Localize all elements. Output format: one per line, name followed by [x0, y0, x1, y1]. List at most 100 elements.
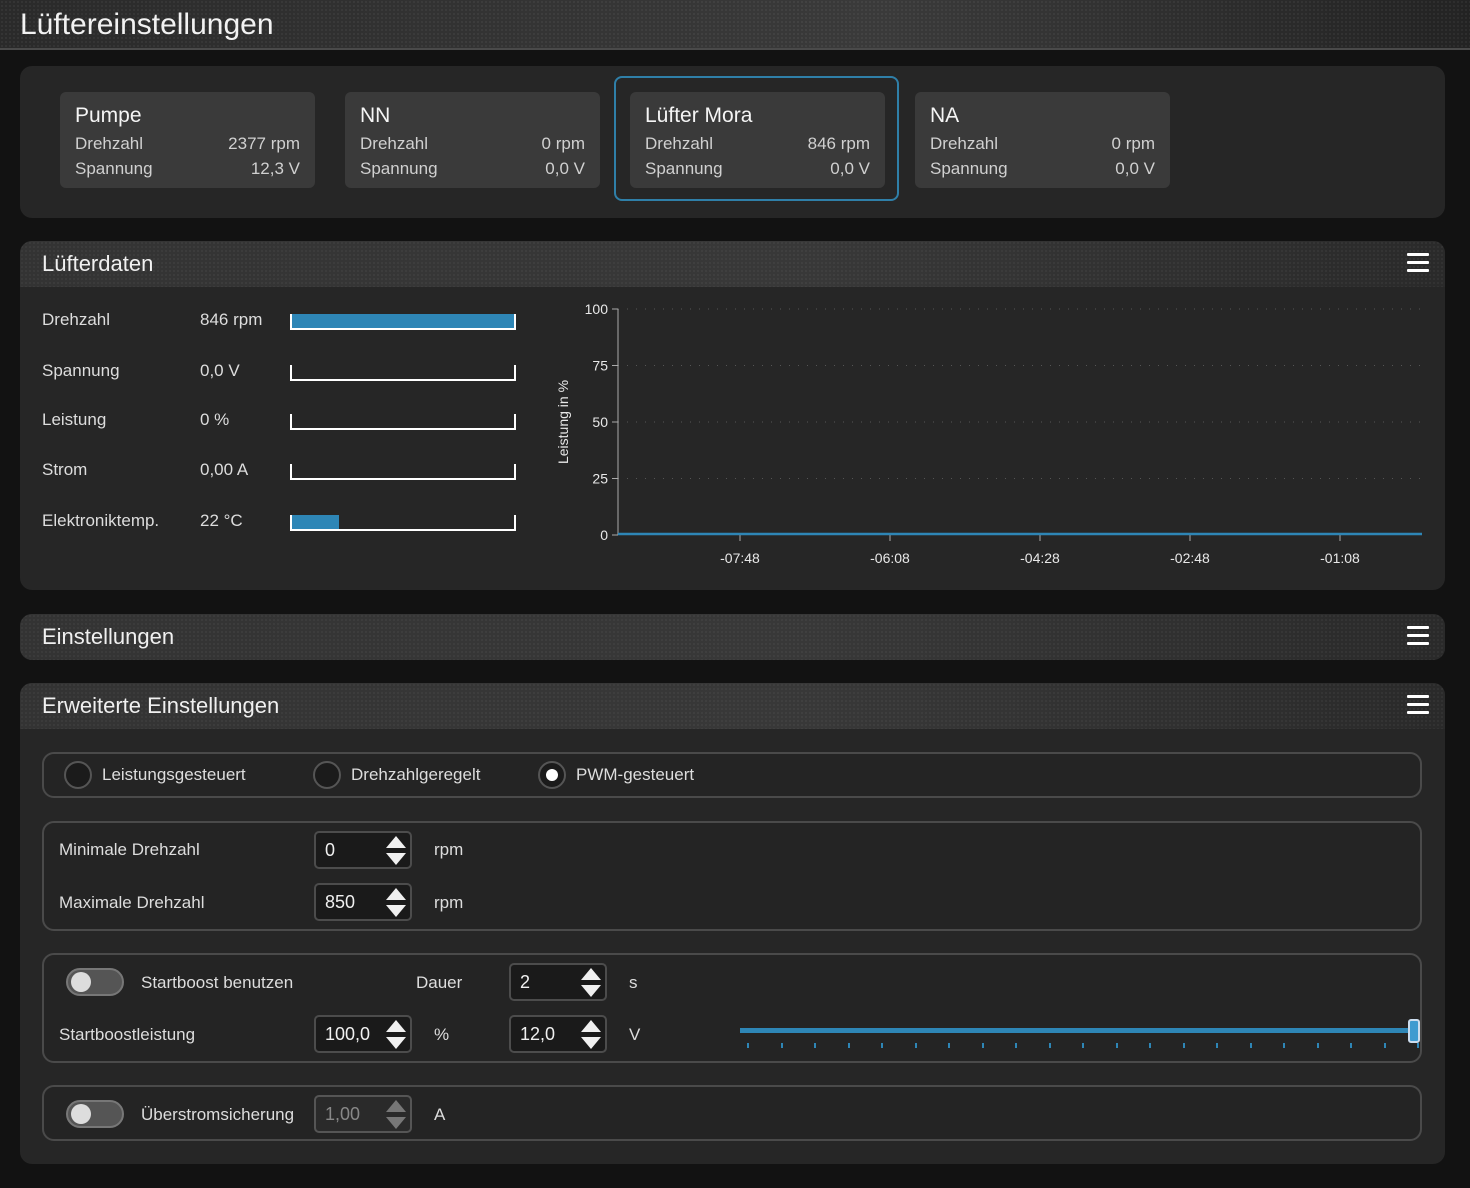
y-tick-label: 75	[592, 358, 608, 374]
device-card-pumpe[interactable]: Pumpe Drehzahl 2377 rpm Spannung 12,3 V	[60, 92, 315, 188]
fandata-menu-icon[interactable]	[1407, 253, 1429, 273]
settings-panel: Einstellungen	[20, 614, 1445, 660]
fandata-title: Lüfterdaten	[42, 251, 154, 276]
y-tick-label: 50	[592, 414, 608, 430]
radio-leistungsgesteuert[interactable]: Leistungsgesteuert	[64, 761, 246, 789]
device-rpm-value: 846 rpm	[807, 134, 870, 153]
device-rpm-value: 0 rpm	[1111, 134, 1155, 153]
overcurrent-group: Überstromsicherung 1,00 A	[42, 1085, 1422, 1141]
startboost-power-spinbox[interactable]: 100,0	[314, 1015, 412, 1053]
device-rpm-label: Drehzahl	[360, 134, 429, 153]
device-volt-label: Spannung	[930, 159, 1008, 178]
slider-tick	[780, 1043, 783, 1048]
max-rpm-unit: rpm	[434, 893, 464, 912]
arrow-down-icon[interactable]	[581, 1037, 601, 1049]
slider-tick	[1015, 1043, 1017, 1048]
data-row-drehzahl: Drehzahl 846 rpm	[42, 310, 522, 334]
max-rpm-value: 850	[325, 892, 356, 912]
min-rpm-spinbox[interactable]: 0	[314, 831, 412, 869]
fandata-header: Lüfterdaten	[20, 241, 1445, 287]
radio-pwm-gesteuert[interactable]: PWM-gesteuert	[538, 761, 694, 789]
duration-spinbox[interactable]: 2	[509, 963, 607, 1001]
slider-tick	[1383, 1043, 1386, 1048]
data-value: 22 °C	[200, 511, 243, 530]
spin-arrows[interactable]	[385, 835, 407, 865]
device-volt-value: 0,0 V	[1115, 159, 1155, 178]
slider-track[interactable]	[740, 1028, 1420, 1033]
y-axis-label: Leistung in %	[555, 380, 571, 464]
device-volt-label: Spannung	[75, 159, 153, 178]
device-rpm-label: Drehzahl	[645, 134, 714, 153]
slider-tick	[814, 1043, 816, 1048]
radio-label: Leistungsgesteuert	[102, 765, 246, 784]
mode-group: Leistungsgesteuert Drehzahlgeregelt PWM-…	[42, 752, 1422, 798]
settings-menu-icon[interactable]	[1407, 626, 1429, 646]
slider-tick	[847, 1043, 850, 1048]
slider-tick	[948, 1043, 950, 1048]
startboost-voltage-unit: V	[629, 1025, 641, 1044]
radio-circle	[538, 761, 566, 789]
startboost-toggle[interactable]	[66, 968, 124, 996]
device-rpm-label: Drehzahl	[75, 134, 144, 153]
data-row-leistung: Leistung 0 %	[42, 410, 522, 434]
slider-tick	[1249, 1043, 1252, 1048]
spin-arrows[interactable]	[385, 1019, 407, 1049]
device-panel: Pumpe Drehzahl 2377 rpm Spannung 12,3 V NN…	[20, 66, 1445, 218]
startboost-group: Startboost benutzen Dauer 2 s Startboost…	[42, 953, 1422, 1063]
startboost-slider[interactable]	[740, 1013, 1424, 1053]
arrow-down-icon[interactable]	[581, 985, 601, 997]
arrow-down-icon[interactable]	[386, 905, 406, 917]
y-tick-label: 100	[585, 301, 609, 317]
slider-tick	[1048, 1043, 1051, 1048]
arrow-up-icon[interactable]	[386, 888, 406, 900]
overcurrent-spinbox: 1,00	[314, 1095, 412, 1133]
device-name: NN	[360, 104, 391, 127]
advanced-panel: Erweiterte Einstellungen Leistungsgesteu…	[20, 683, 1445, 1164]
slider-tick	[1350, 1043, 1352, 1048]
device-card-na[interactable]: NA Drehzahl 0 rpm Spannung 0,0 V	[915, 92, 1170, 188]
data-label: Drehzahl	[42, 310, 111, 329]
spin-arrows[interactable]	[385, 887, 407, 917]
slider-handle[interactable]	[1408, 1019, 1420, 1043]
data-label: Leistung	[42, 410, 107, 429]
slider-tick	[747, 1043, 749, 1048]
device-volt-value: 0,0 V	[545, 159, 585, 178]
duration-unit: s	[629, 973, 638, 992]
level-bar	[290, 464, 516, 480]
data-value: 846 rpm	[200, 310, 263, 329]
arrow-up-icon[interactable]	[581, 968, 601, 980]
radio-drehzahlgeregelt[interactable]: Drehzahlgeregelt	[313, 761, 480, 789]
overcurrent-toggle[interactable]	[66, 1100, 124, 1128]
max-rpm-label: Maximale Drehzahl	[59, 893, 205, 912]
device-name: Pumpe	[75, 104, 142, 127]
y-tick-label: 25	[592, 471, 608, 487]
overcurrent-toggle-label: Überstromsicherung	[141, 1105, 295, 1124]
radio-label: PWM-gesteuert	[576, 765, 695, 784]
arrow-up-icon[interactable]	[386, 1020, 406, 1032]
settings-header[interactable]: Einstellungen	[20, 614, 1445, 660]
device-card-luefter-mora[interactable]: Lüfter Mora Drehzahl 846 rpm Spannung 0,0 …	[630, 92, 885, 188]
device-volt-value: 12,3 V	[250, 159, 300, 178]
arrow-up-icon[interactable]	[386, 836, 406, 848]
slider-tick	[1149, 1043, 1151, 1048]
level-bar	[290, 515, 516, 531]
arrow-down-icon[interactable]	[386, 1037, 406, 1049]
data-label: Strom	[42, 460, 88, 479]
spin-arrows	[385, 1099, 407, 1129]
data-value: 0,00 A	[200, 460, 249, 479]
min-rpm-unit: rpm	[434, 840, 464, 859]
arrow-down-icon[interactable]	[386, 853, 406, 865]
overcurrent-value: 1,00	[325, 1104, 361, 1124]
spin-arrows[interactable]	[580, 1019, 602, 1049]
device-rpm-value: 0 rpm	[541, 134, 585, 153]
x-tick-label: -01:08	[1320, 550, 1360, 566]
advanced-menu-icon[interactable]	[1407, 695, 1429, 715]
data-label: Elektroniktemp.	[42, 511, 160, 530]
startboost-voltage-spinbox[interactable]: 12,0	[509, 1015, 607, 1053]
spin-arrows[interactable]	[580, 967, 602, 997]
power-chart: 100 75 50 25 0 -07:48 -06:08 -04:28 -02:48 -01:08…	[555, 301, 1422, 566]
max-rpm-spinbox[interactable]: 850	[314, 883, 412, 921]
arrow-up-icon[interactable]	[581, 1020, 601, 1032]
device-card-nn[interactable]: NN Drehzahl 0 rpm Spannung 0,0 V	[345, 92, 600, 188]
slider-tick	[1216, 1043, 1218, 1048]
